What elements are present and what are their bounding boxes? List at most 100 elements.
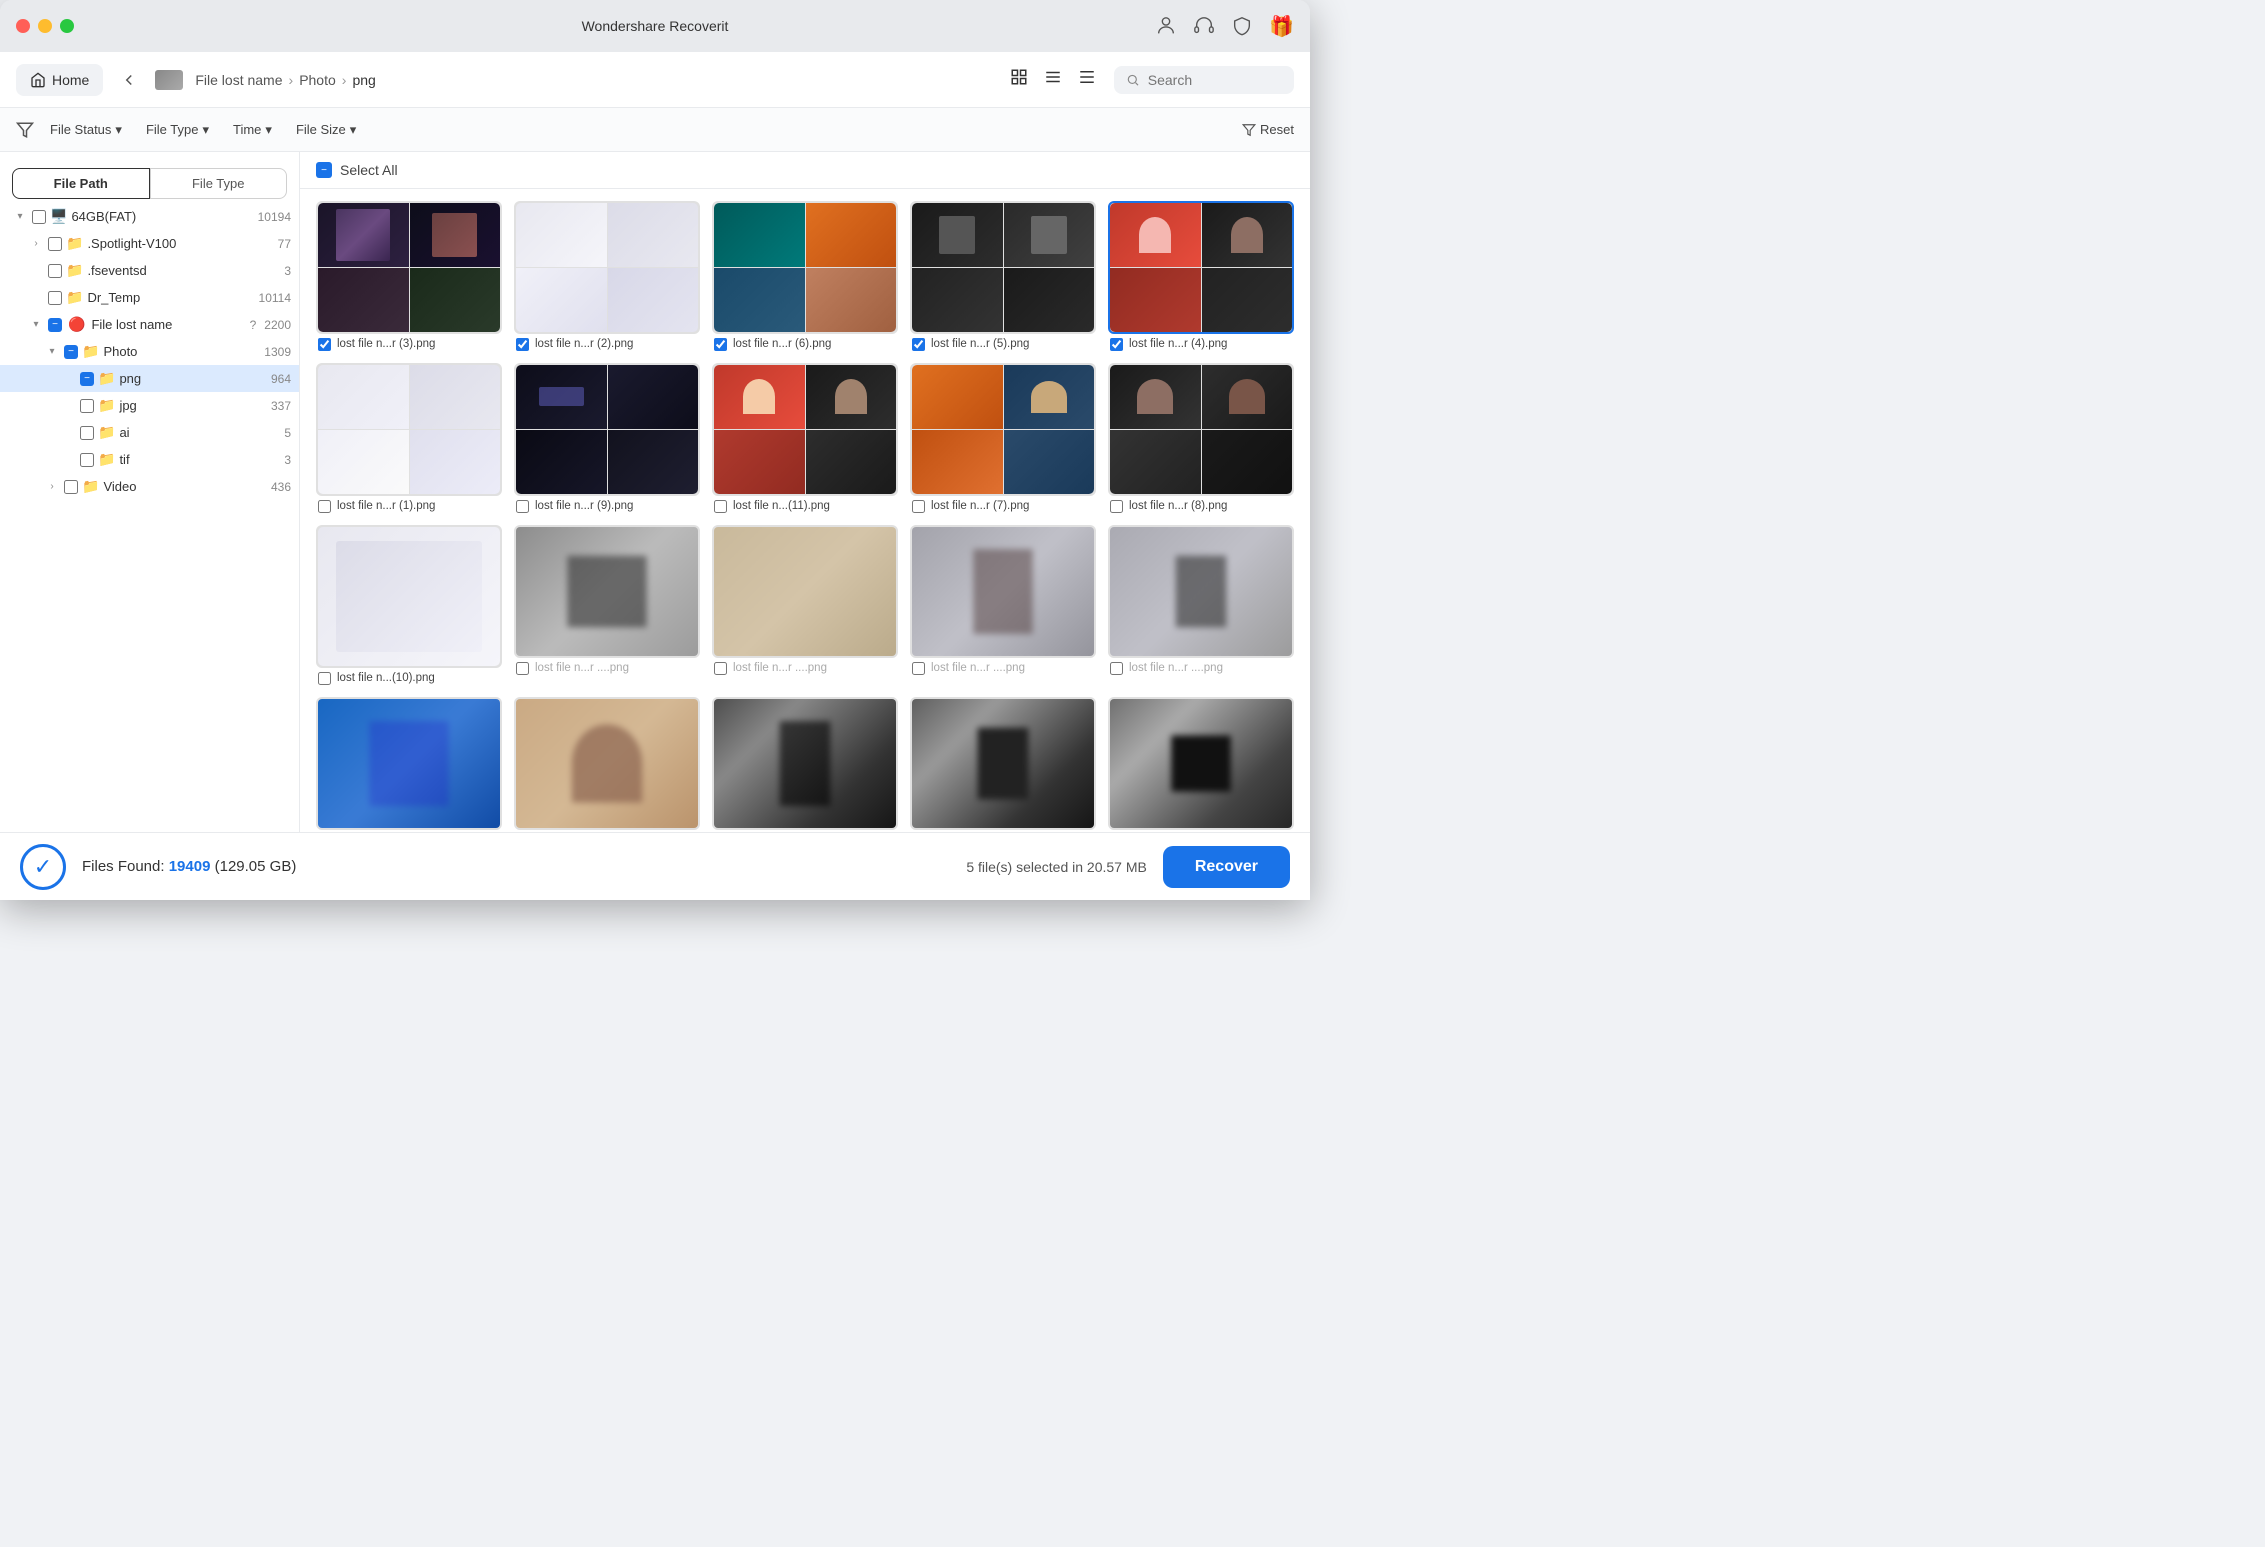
back-button[interactable] <box>115 66 143 94</box>
maximize-button[interactable] <box>60 19 74 33</box>
checkbox-video[interactable] <box>64 480 78 494</box>
photo-checkbox-7[interactable] <box>516 500 529 513</box>
photo-thumb-20 <box>1108 697 1294 830</box>
photo-checkbox-15[interactable] <box>1110 662 1123 675</box>
photo-checkbox-9[interactable] <box>912 500 925 513</box>
tree-item-video[interactable]: › 📁 Video 436 <box>0 473 299 500</box>
photo-card-4[interactable]: lost file n...r (5).png <box>910 201 1096 351</box>
photo-checkbox-11[interactable] <box>318 672 331 685</box>
photo-card-11[interactable]: lost file n...(10).png <box>316 525 502 685</box>
select-all-label[interactable]: Select All <box>340 162 398 178</box>
file-type-filter[interactable]: File Type ▾ <box>138 118 217 142</box>
list-view-button[interactable] <box>1038 62 1068 97</box>
photo-card-9[interactable]: lost file n...r (7).png <box>910 363 1096 513</box>
menu-view-button[interactable] <box>1072 62 1102 97</box>
checkbox-jpg[interactable] <box>80 399 94 413</box>
file-status-filter[interactable]: File Status ▾ <box>42 118 130 142</box>
chevron-left-icon <box>120 71 138 89</box>
photo-card-6[interactable]: lost file n...r (1).png <box>316 363 502 513</box>
photo-card-17[interactable]: lost file n...r ....png <box>514 697 700 832</box>
expand-photo[interactable]: ▾ <box>44 344 60 360</box>
photo-checkbox-14[interactable] <box>912 662 925 675</box>
checkbox-drtemp[interactable] <box>48 291 62 305</box>
photo-card-13[interactable]: lost file n...r ....png <box>712 525 898 685</box>
photo-card-14[interactable]: lost file n...r ....png <box>910 525 1096 685</box>
photo-card-7[interactable]: lost file n...r (9).png <box>514 363 700 513</box>
view-controls <box>1004 62 1102 97</box>
photo-filename-4: lost file n...r (5).png <box>931 338 1029 350</box>
expand-spotlight[interactable]: › <box>28 236 44 252</box>
tree-item-fseventsd[interactable]: 📁 .fseventsd 3 <box>0 257 299 284</box>
photo-checkbox-10[interactable] <box>1110 500 1123 513</box>
checkbox-ai[interactable] <box>80 426 94 440</box>
headphone-icon[interactable] <box>1193 15 1215 37</box>
folder-icon-tif: 📁 <box>98 451 115 468</box>
person-icon[interactable] <box>1155 15 1177 37</box>
checkbox-tif[interactable] <box>80 453 94 467</box>
photo-card-10[interactable]: lost file n...r (8).png <box>1108 363 1294 513</box>
checkbox-fseventsd[interactable] <box>48 264 62 278</box>
tree-item-fat64[interactable]: ▾ 🖥️ 64GB(FAT) 10194 <box>0 203 299 230</box>
photo-checkbox-4[interactable] <box>912 338 925 351</box>
expand-video[interactable]: › <box>44 479 60 495</box>
photo-checkbox-1[interactable] <box>318 338 331 351</box>
expand-filelost[interactable]: ▾ <box>28 317 44 333</box>
minimize-button[interactable] <box>38 19 52 33</box>
photo-checkbox-5[interactable] <box>1110 338 1123 351</box>
photo-card-12[interactable]: lost file n...r ....png <box>514 525 700 685</box>
reset-button[interactable]: Reset <box>1242 122 1294 137</box>
photo-label-13: lost file n...r ....png <box>712 658 898 675</box>
photo-label-12: lost file n...r ....png <box>514 658 700 675</box>
photo-card-5[interactable]: lost file n...r (4).png <box>1108 201 1294 351</box>
tree-item-photo[interactable]: ▾ − 📁 Photo 1309 <box>0 338 299 365</box>
tree-item-tif[interactable]: 📁 tif 3 <box>0 446 299 473</box>
photo-checkbox-3[interactable] <box>714 338 727 351</box>
photo-label-6: lost file n...r (1).png <box>316 496 502 513</box>
time-filter[interactable]: Time ▾ <box>225 118 280 142</box>
gift-icon[interactable]: 🎁 <box>1269 14 1294 39</box>
photo-card-3[interactable]: lost file n...r (6).png <box>712 201 898 351</box>
photo-card-16[interactable]: lost file n...r ....png <box>316 697 502 832</box>
photo-card-8[interactable]: lost file n...(11).png <box>712 363 898 513</box>
checkbox-spotlight[interactable] <box>48 237 62 251</box>
photo-card-18[interactable]: lost file n...r ....png <box>712 697 898 832</box>
grid-view-button[interactable] <box>1004 62 1034 97</box>
close-button[interactable] <box>16 19 30 33</box>
shield-icon[interactable] <box>1231 15 1253 37</box>
tree-item-ai[interactable]: 📁 ai 5 <box>0 419 299 446</box>
tree-item-drtemp[interactable]: 📁 Dr_Temp 10114 <box>0 284 299 311</box>
photo-filename-9: lost file n...r (7).png <box>931 500 1029 512</box>
photo-thumb-16 <box>316 697 502 830</box>
search-bar[interactable] <box>1114 66 1294 94</box>
tree-item-spotlight[interactable]: › 📁 .Spotlight-V100 77 <box>0 230 299 257</box>
photo-checkbox-6[interactable] <box>318 500 331 513</box>
photo-card-2[interactable]: lost file n...r (2).png <box>514 201 700 351</box>
tree-item-png[interactable]: − 📁 png 964 <box>0 365 299 392</box>
home-button[interactable]: Home <box>16 64 103 96</box>
photo-card-20[interactable]: lost file n...r ....png <box>1108 697 1294 832</box>
count-photo: 1309 <box>264 345 291 359</box>
search-input[interactable] <box>1148 72 1282 88</box>
photo-card-1[interactable]: lost file n...r (3).png <box>316 201 502 351</box>
tree-item-filelost[interactable]: ▾ − 🔴 File lost name ? 2200 <box>0 311 299 338</box>
label-drtemp: Dr_Temp <box>87 290 254 305</box>
photo-card-15[interactable]: lost file n...r ....png <box>1108 525 1294 685</box>
photo-checkbox-13[interactable] <box>714 662 727 675</box>
photo-thumb-inner-5 <box>1110 203 1292 332</box>
expand-fat64[interactable]: ▾ <box>12 209 28 225</box>
checkbox-fat64[interactable] <box>32 210 46 224</box>
photo-label-2: lost file n...r (2).png <box>514 334 700 351</box>
sidebar: File Path File Type ▾ 🖥️ 64GB(FAT) 10194 <box>0 152 300 832</box>
tab-file-type[interactable]: File Type <box>150 168 288 199</box>
recover-button[interactable]: Recover <box>1163 846 1290 888</box>
tab-file-path[interactable]: File Path <box>12 168 150 199</box>
photo-filename-10: lost file n...r (8).png <box>1129 500 1227 512</box>
photo-thumb-12 <box>514 525 700 658</box>
photo-checkbox-2[interactable] <box>516 338 529 351</box>
tree-item-jpg[interactable]: 📁 jpg 337 <box>0 392 299 419</box>
question-filelost: ? <box>250 318 257 332</box>
photo-checkbox-12[interactable] <box>516 662 529 675</box>
photo-checkbox-8[interactable] <box>714 500 727 513</box>
file-size-filter[interactable]: File Size ▾ <box>288 118 364 142</box>
photo-card-19[interactable]: lost file n...r ....png <box>910 697 1096 832</box>
